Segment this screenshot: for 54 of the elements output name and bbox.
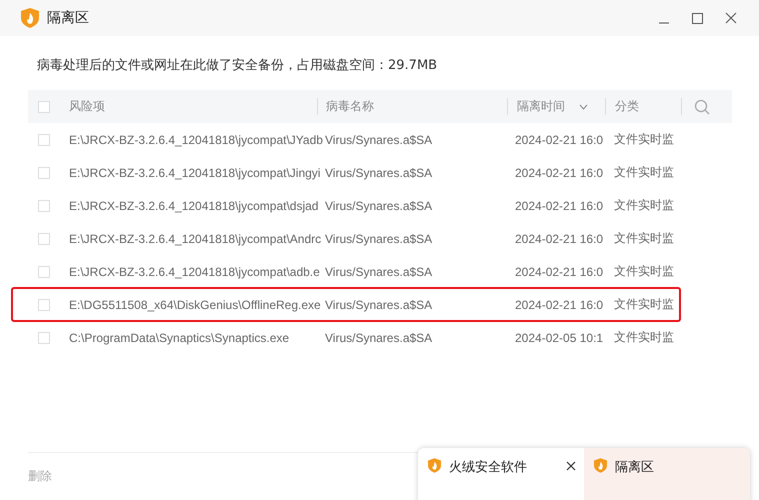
taskbar-preview-item[interactable]: 隔离区 [584, 448, 750, 500]
table-cell: 文件实时监 [614, 230, 674, 247]
table-cell: Virus/Synares.a$SA [325, 330, 432, 344]
table-cell: 文件实时监 [614, 197, 674, 214]
table-cell: Virus/Synares.a$SA [325, 132, 432, 146]
table-cell: 2024-02-21 16:0 [515, 132, 604, 146]
row-checkbox[interactable] [38, 332, 50, 344]
close-icon[interactable] [566, 461, 576, 471]
column-header[interactable]: 隔离时间 [517, 98, 565, 115]
table-cell: 2024-02-21 16:0 [515, 166, 604, 180]
preview-title: 隔离区 [615, 459, 654, 476]
preview-title: 火绒安全软件 [449, 459, 527, 476]
table-cell: E:\JRCX-BZ-3.2.6.4_12041818\jycompat\Jingyi [69, 166, 320, 180]
table-cell: E:\JRCX-BZ-3.2.6.4_12041818\jycompat\adb.e [69, 264, 320, 278]
column-header[interactable]: 分类 [615, 98, 639, 115]
table-cell: 2024-02-21 16:0 [515, 264, 604, 278]
table-cell: Virus/Synares.a$SA [325, 166, 432, 180]
table-cell: Virus/Synares.a$SA [325, 298, 432, 312]
row-checkbox[interactable] [38, 232, 50, 244]
table-cell: 2024-02-05 10:1 [515, 330, 604, 344]
shield-flame-icon [594, 458, 607, 473]
table-cell: E:\JRCX-BZ-3.2.6.4_12041818\jycompat\JYadb [69, 132, 323, 146]
sort-caret-icon[interactable] [579, 104, 588, 110]
shield-flame-icon [428, 458, 441, 473]
table-cell: 文件实时监 [614, 329, 674, 346]
shield-flame-icon [21, 8, 39, 28]
search-icon[interactable] [694, 98, 710, 114]
window-title: 隔离区 [47, 9, 89, 27]
table-cell: Virus/Synares.a$SA [325, 232, 432, 246]
table-cell: E:\JRCX-BZ-3.2.6.4_12041818\jycompat\dsjad [69, 198, 318, 212]
table-cell: 文件实时监 [614, 164, 674, 181]
taskbar-preview-item[interactable]: 火绒安全软件 [418, 448, 584, 500]
table-cell: E:\DG5511508_x64\DiskGenius\OfflineReg.exe [69, 298, 321, 312]
row-checkbox[interactable] [38, 134, 50, 146]
column-header[interactable]: 病毒名称 [326, 98, 374, 115]
row-checkbox[interactable] [38, 266, 50, 278]
table-cell: 2024-02-21 16:0 [515, 198, 604, 212]
table-cell: Virus/Synares.a$SA [325, 264, 432, 278]
maximize-icon[interactable] [692, 12, 703, 24]
row-checkbox[interactable] [38, 166, 50, 178]
select-all-checkbox[interactable] [38, 100, 50, 112]
table-cell: 文件实时监 [614, 296, 674, 313]
table-cell: 文件实时监 [614, 131, 674, 148]
summary-text: 病毒处理后的文件或网址在此做了安全备份，占用磁盘空间：29.7MB [37, 57, 438, 75]
table-cell: E:\JRCX-BZ-3.2.6.4_12041818\jycompat\Andrc [69, 232, 322, 246]
table-cell: 文件实时监 [614, 263, 674, 280]
row-checkbox[interactable] [38, 298, 50, 310]
close-icon[interactable] [725, 12, 737, 24]
table-cell: 2024-02-21 16:0 [515, 232, 604, 246]
table-cell: Virus/Synares.a$SA [325, 198, 432, 212]
column-header[interactable]: 风险项 [69, 98, 105, 115]
row-checkbox[interactable] [38, 200, 50, 212]
table-cell: C:\ProgramData\Synaptics\Synaptics.exe [69, 330, 290, 344]
table-cell: 2024-02-21 16:0 [515, 298, 604, 312]
